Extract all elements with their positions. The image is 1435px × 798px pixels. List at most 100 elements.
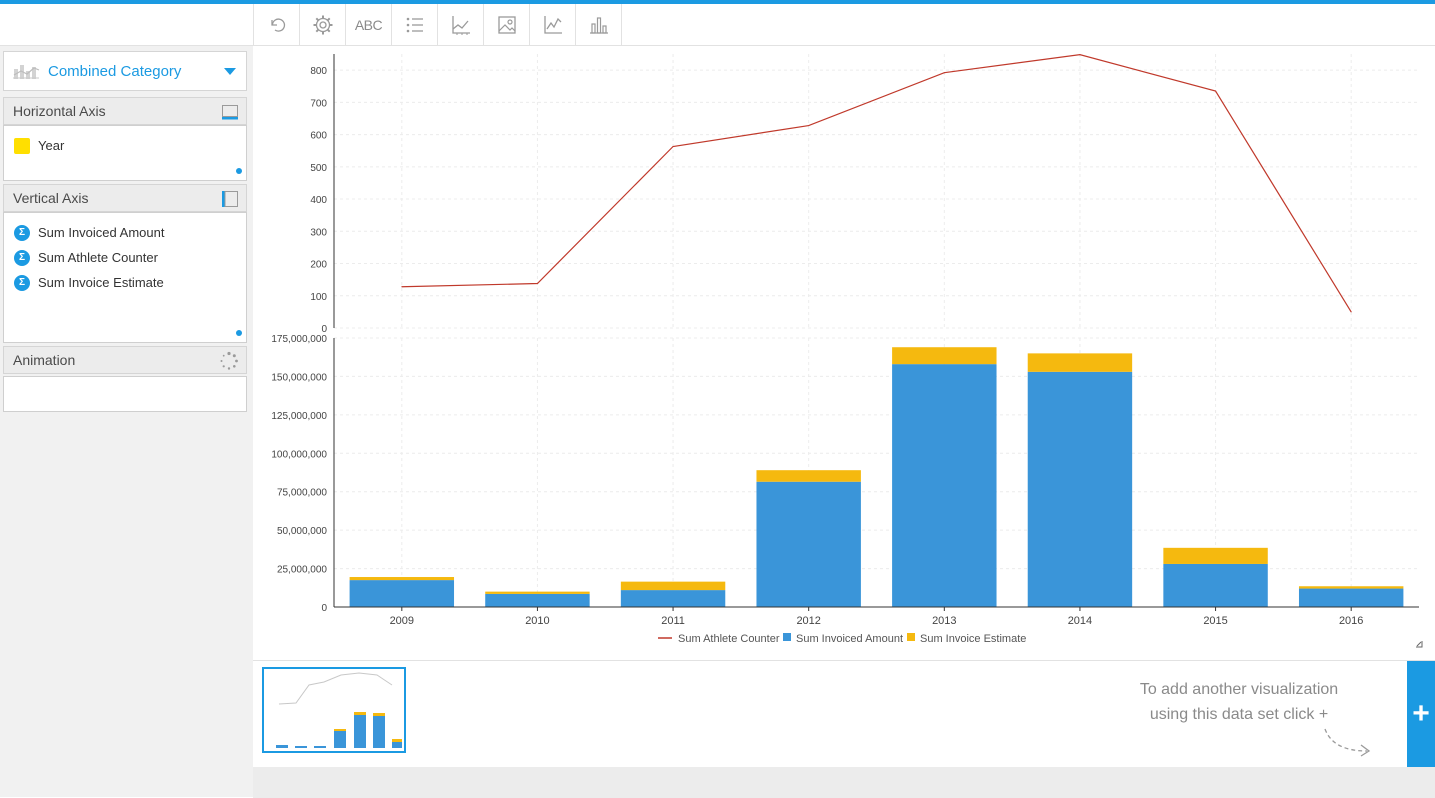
toolbar: ABC [253,4,1435,46]
bar-chart-button[interactable] [576,4,622,45]
list-icon [406,17,423,32]
axis-button[interactable] [438,4,484,45]
line-y-tick-label: 600 [310,131,327,142]
sigma-icon: Σ [14,224,30,241]
bar-y-tick-label: 75,000,000 [277,488,327,499]
animation-title: Animation [13,352,76,368]
invoice-estimate-bar [1298,586,1404,589]
chevron-down-icon [224,67,236,75]
athlete-counter-point [401,286,403,288]
legend-label: Sum Athlete Counter [678,633,780,645]
field-sum-invoiced-amount[interactable]: Σ Sum Invoiced Amount [4,220,246,245]
legend-yellow-swatch [907,633,915,641]
field-sum-invoice-estimate[interactable]: Σ Sum Invoice Estimate [4,270,246,295]
x-tick-label: 2012 [796,615,820,627]
visualization-strip: To add another visualization using this … [253,660,1435,798]
field-label: Year [38,138,65,153]
invoice-estimate-bar [485,591,590,594]
legend-label: Sum Invoiced Amount [796,633,903,645]
athlete-counter-point [808,125,810,127]
invoiced-amount-bar [1027,371,1133,607]
horizontal-axis-dropzone[interactable]: Year [3,125,247,181]
hint-line-2: using this data set click + [1149,706,1329,723]
invoiced-amount-bar [756,481,861,607]
line-chart-button[interactable] [530,4,576,45]
line-y-tick-label: 800 [310,66,327,77]
invoice-estimate-bar [349,577,455,581]
combined-chart-icon [13,65,40,79]
dimension-icon [14,137,30,154]
combined-chart: 0100200300400500600700800025,000,00050,0… [271,54,1419,645]
resize-dot[interactable] [236,168,242,174]
legend-blue-swatch [783,633,791,641]
line-y-tick-label: 500 [310,163,327,174]
bar-chart-icon [589,16,608,34]
invoice-estimate-bar [1163,547,1268,564]
athlete-counter-point [1350,311,1352,313]
field-sum-athlete-counter[interactable]: Σ Sum Athlete Counter [4,245,246,270]
vertical-axis-icon [222,191,238,207]
chart-type-label: Combined Category [48,62,182,80]
invoice-estimate-bar [620,581,726,591]
gear-icon [313,15,332,34]
athlete-counter-point [672,146,674,148]
bar-y-tick-label: 0 [321,603,327,614]
sidebar: Combined Category Horizontal Axis Year V… [0,46,253,797]
bar-y-tick-label: 175,000,000 [271,334,327,345]
legend-button[interactable] [392,4,438,45]
bar-y-tick-label: 25,000,000 [277,565,327,576]
chart-type-dropdown[interactable]: Combined Category [3,51,247,91]
animation-header[interactable]: Animation [3,346,247,374]
spinner-icon [220,351,238,370]
horizontal-axis-title: Horizontal Axis [13,103,106,119]
invoiced-amount-bar [1163,563,1268,607]
bar-y-tick-label: 100,000,000 [271,449,327,460]
bar-y-tick-label: 125,000,000 [271,411,327,422]
line-y-tick-label: 300 [310,227,327,238]
vertical-axis-dropzone[interactable]: Σ Sum Invoiced Amount Σ Sum Athlete Coun… [3,212,247,343]
undo-icon [270,18,285,32]
x-tick-label: 2009 [390,615,414,627]
line-y-tick-label: 200 [310,260,327,271]
add-visualization-button[interactable]: + [1407,661,1435,767]
chart-area: 0 100 200 300 400 500 600 700 800 0 25,000,000 50,0… [253,46,1435,660]
horizontal-axis-header[interactable]: Horizontal Axis [3,97,247,125]
x-tick-label: 2016 [1339,615,1363,627]
settings-button[interactable] [300,4,346,45]
line-chart-icon [543,15,562,34]
invoiced-amount-bar [892,364,997,607]
legend-label: Sum Invoice Estimate [920,633,1026,645]
invoice-estimate-bar [892,347,997,365]
horizontal-axis-icon [222,105,238,120]
image-button[interactable] [484,4,530,45]
undo-button[interactable] [254,4,300,45]
invoiced-amount-bar [620,590,726,607]
line-y-tick-label: 100 [310,292,327,303]
vertical-axis-title: Vertical Axis [13,190,89,206]
vertical-axis-header[interactable]: Vertical Axis [3,184,247,212]
x-tick-label: 2011 [661,615,685,627]
invoiced-amount-bar [485,593,590,607]
invoiced-amount-bar [1298,588,1404,607]
curved-arrow-icon [1324,728,1371,757]
resize-dot[interactable] [236,330,242,336]
header-blank [0,4,253,46]
field-label: Sum Athlete Counter [38,250,158,265]
add-visualization-hint: To add another visualization using this … [1119,677,1359,727]
athlete-counter-point [1079,54,1081,56]
field-year[interactable]: Year [4,133,246,158]
visualization-thumbnail[interactable] [262,667,406,753]
hint-line-1: To add another visualization [1139,681,1339,698]
invoice-estimate-bar [1027,353,1133,372]
x-tick-label: 2010 [525,615,549,627]
text-icon: ABC [354,16,383,33]
animation-dropzone[interactable] [3,376,247,412]
line-y-tick-label: 700 [310,98,327,109]
invoiced-amount-bar [349,580,455,607]
resize-handle-icon[interactable] [1415,640,1423,648]
x-tick-label: 2013 [932,615,956,627]
invoice-estimate-bar [756,470,861,482]
text-button[interactable]: ABC [346,4,392,45]
field-label: Sum Invoice Estimate [38,275,164,290]
athlete-counter-point [536,283,538,285]
